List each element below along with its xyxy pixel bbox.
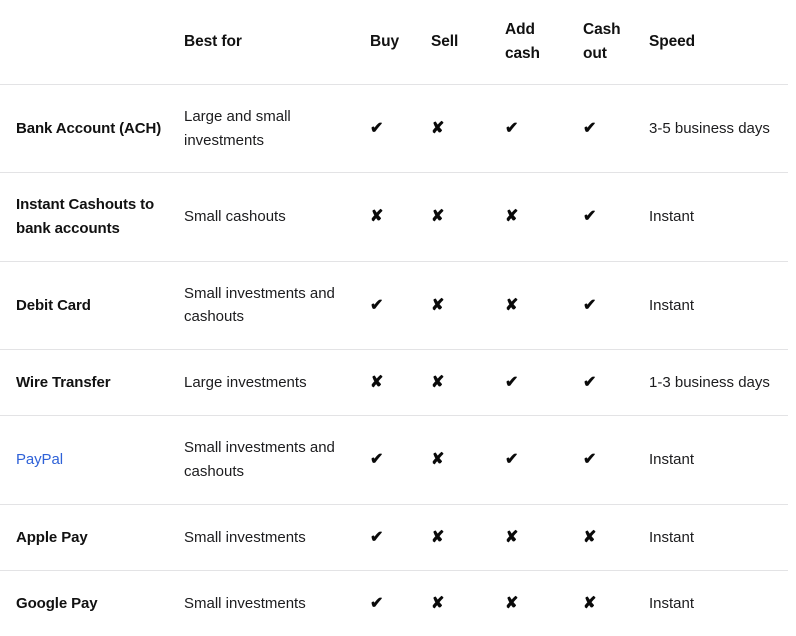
cell-method: Instant Cashouts to bank accounts [0, 172, 184, 262]
cross-icon: ✘ [370, 374, 384, 392]
cell-buy: ✔ [370, 571, 431, 636]
cross-icon: ✘ [431, 451, 445, 469]
check-icon: ✔ [505, 451, 519, 469]
table-row: Bank Account (ACH) Large and small invest… [0, 84, 788, 174]
check-icon: ✔ [583, 374, 597, 392]
table-header-row: Best for Buy Sell Add cash Cash out Spee… [0, 0, 788, 86]
cell-cash-out: ✔ [583, 172, 649, 262]
table-body: Bank Account (ACH) Large and small invest… [0, 84, 788, 636]
check-icon: ✔ [370, 120, 384, 138]
cell-sell: ✘ [431, 172, 505, 262]
cell-speed: Instant [649, 172, 788, 262]
table-row: Wire Transfer Large investments ✘ ✘ ✔ ✔ 1-3 bu… [0, 349, 788, 417]
cell-method: Wire Transfer [0, 349, 184, 417]
cell-best-for: Small investments and cashouts [184, 261, 370, 351]
table-row: PayPal Small investments and cashouts ✔ ✘ ✔ ✔… [0, 415, 788, 505]
cell-method[interactable]: PayPal [0, 415, 184, 505]
cross-icon: ✘ [431, 595, 445, 613]
check-icon: ✔ [583, 451, 597, 469]
cell-best-for: Small investments and cashouts [184, 415, 370, 505]
cell-best-for: Large investments [184, 349, 370, 417]
check-icon: ✔ [370, 528, 384, 546]
cross-icon: ✘ [505, 208, 519, 226]
cell-best-for: Small investments [184, 504, 370, 572]
check-icon: ✔ [370, 451, 384, 469]
cell-speed: 3-5 business days [649, 84, 788, 174]
cell-sell: ✘ [431, 571, 505, 636]
cell-cash-out: ✔ [583, 415, 649, 505]
cell-sell: ✘ [431, 504, 505, 572]
cell-speed: Instant [649, 415, 788, 505]
cell-buy: ✔ [370, 84, 431, 174]
cross-icon: ✘ [583, 528, 597, 546]
check-icon: ✔ [583, 296, 597, 314]
column-header-add-cash: Add cash [505, 0, 583, 86]
cell-speed: Instant [649, 594, 695, 612]
cell-method: Google Pay [16, 594, 98, 612]
cross-icon: ✘ [431, 120, 445, 138]
cell-speed: Instant [649, 504, 788, 572]
cell-cash-out: ✔ [583, 84, 649, 174]
payment-methods-comparison-table: Best for Buy Sell Add cash Cash out Spee… [0, 0, 788, 636]
cell-add-cash: ✘ [505, 504, 583, 572]
table-header: Best for Buy Sell Add cash Cash out Spee… [0, 0, 788, 86]
cell-speed: Instant [649, 261, 788, 351]
cell-method: Debit Card [0, 261, 184, 351]
cell-add-cash: ✔ [505, 349, 583, 417]
cell-add-cash: ✘ [505, 172, 583, 262]
cell-add-cash: ✘ [505, 261, 583, 351]
cross-icon: ✘ [505, 528, 519, 546]
cross-icon: ✘ [431, 208, 445, 226]
check-icon: ✔ [583, 208, 597, 226]
column-header-speed: Speed [649, 0, 788, 86]
table-row: Instant Cashouts to bank accounts Small c… [0, 172, 788, 262]
table-row: Debit Card Small investments and cashouts… [0, 261, 788, 351]
cross-icon: ✘ [431, 374, 445, 392]
cell-cash-out: ✘ [583, 571, 649, 636]
check-icon: ✔ [370, 296, 384, 314]
cross-icon: ✘ [505, 296, 519, 314]
check-icon: ✔ [583, 120, 597, 138]
method-link[interactable]: PayPal [16, 451, 63, 468]
check-icon: ✔ [370, 595, 384, 613]
cell-sell: ✘ [431, 261, 505, 351]
cell-best-for: Small cashouts [184, 172, 370, 262]
cell-buy: ✔ [370, 504, 431, 572]
cell-best-for: Large and small investments [184, 84, 370, 174]
cell-buy: ✔ [370, 415, 431, 505]
check-icon: ✔ [505, 120, 519, 138]
cell-buy: ✘ [370, 349, 431, 417]
cell-add-cash: ✘ [505, 571, 583, 636]
cell-method: Apple Pay [0, 504, 184, 572]
column-header-sell: Sell [431, 0, 505, 86]
cell-method: Bank Account (ACH) [0, 84, 184, 174]
column-header-cash-out: Cash out [583, 0, 649, 86]
cell-buy: ✘ [370, 172, 431, 262]
cross-icon: ✘ [583, 595, 597, 613]
column-header-method [0, 0, 184, 86]
cross-icon: ✘ [370, 208, 384, 226]
cell-add-cash: ✔ [505, 415, 583, 505]
cell-sell: ✘ [431, 349, 505, 417]
table-row: Apple Pay Small investments ✔ ✘ ✘ ✘ Instant [0, 504, 788, 572]
check-icon: ✔ [505, 374, 519, 392]
cross-icon: ✘ [431, 528, 445, 546]
cell-buy: ✔ [370, 261, 431, 351]
cell-cash-out: ✔ [583, 349, 649, 417]
cell-sell: ✘ [431, 415, 505, 505]
cell-add-cash: ✔ [505, 84, 583, 174]
cross-icon: ✘ [505, 595, 519, 613]
cell-sell: ✘ [431, 84, 505, 174]
table-row: Google Pay Small investments ✔ ✘ ✘ ✘ Instant [0, 571, 788, 636]
cell-best-for: Small investments [184, 594, 306, 612]
cell-speed: 1-3 business days [649, 349, 788, 417]
column-header-buy: Buy [370, 0, 431, 86]
cell-cash-out: ✔ [583, 261, 649, 351]
cell-cash-out: ✘ [583, 504, 649, 572]
cross-icon: ✘ [431, 296, 445, 314]
column-header-best-for: Best for [184, 0, 370, 86]
